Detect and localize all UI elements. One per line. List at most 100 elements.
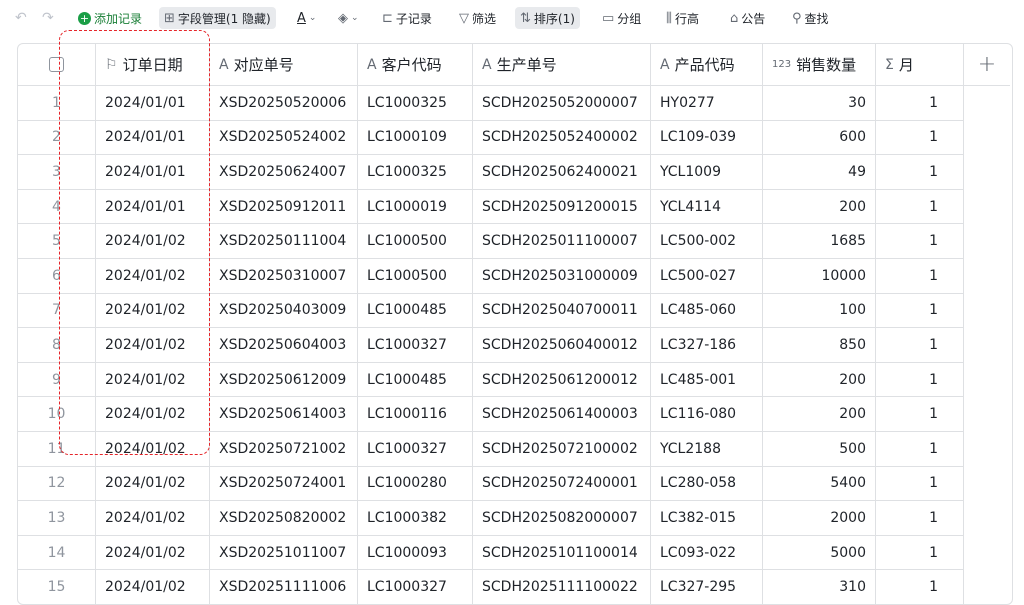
table-cell-date[interactable]: 2024/01/02 <box>96 466 210 502</box>
table-cell-ref[interactable]: XSD20250111004 <box>210 224 358 259</box>
table-cell-ref[interactable]: XSD20250604003 <box>210 328 358 363</box>
table-cell-cust[interactable]: LC1000327 <box>358 570 473 604</box>
table-cell-ref[interactable]: XSD20250820002 <box>210 501 358 536</box>
add-column-button[interactable]: + <box>964 44 1010 86</box>
table-cell-qty[interactable]: 200 <box>763 397 876 432</box>
table-cell-code[interactable]: LC382-015 <box>651 501 763 536</box>
table-cell-month[interactable]: 1 <box>876 328 964 363</box>
row-number[interactable]: 6 <box>18 259 96 294</box>
table-row[interactable]: 7 2024/01/02 XSD20250403009 LC1000485 SCDH20… <box>18 293 1010 329</box>
table-cell-cust[interactable]: LC1000109 <box>358 120 473 156</box>
add-record-button[interactable]: + 添加记录 <box>78 7 142 29</box>
table-cell-code[interactable]: LC093-022 <box>651 535 763 571</box>
table-cell-month[interactable]: 1 <box>876 155 964 190</box>
table-cell-ref[interactable]: XSD20250721002 <box>210 432 358 467</box>
table-row[interactable]: 14 2024/01/02 XSD20251011007 LC1000093 SCDH2… <box>18 535 1010 571</box>
table-row[interactable]: 5 2024/01/02 XSD20250111004 LC1000500 SCDH20… <box>18 224 1010 259</box>
table-cell-qty[interactable]: 600 <box>763 120 876 156</box>
table-cell-prod-no[interactable]: SCDH2025061400003 <box>473 397 651 432</box>
table-cell-month[interactable]: 1 <box>876 86 964 121</box>
table-cell-date[interactable]: 2024/01/01 <box>96 86 210 121</box>
table-cell-prod-no[interactable]: SCDH2025082000007 <box>473 501 651 536</box>
row-number[interactable]: 5 <box>18 224 96 259</box>
table-cell-code[interactable]: LC485-001 <box>651 362 763 398</box>
table-cell-qty[interactable]: 30 <box>763 86 876 121</box>
table-cell-prod-no[interactable]: SCDH2025060400012 <box>473 328 651 363</box>
table-cell-qty[interactable]: 49 <box>763 155 876 190</box>
table-cell-prod-no[interactable]: SCDH2025072100002 <box>473 432 651 467</box>
table-row[interactable]: 6 2024/01/02 XSD20250310007 LC1000500 SCDH20… <box>18 259 1010 294</box>
table-row[interactable]: 15 2024/01/02 XSD20251111006 LC1000327 SCDH2… <box>18 570 1010 604</box>
table-cell-qty[interactable]: 2000 <box>763 501 876 536</box>
table-cell-code[interactable]: LC116-080 <box>651 397 763 432</box>
table-cell-code[interactable]: LC500-002 <box>651 224 763 259</box>
table-cell-code[interactable]: YCL2188 <box>651 432 763 467</box>
table-cell-ref[interactable]: XSD20250912011 <box>210 189 358 225</box>
table-cell-prod-no[interactable]: SCDH2025011100007 <box>473 224 651 259</box>
table-cell-code[interactable]: LC327-186 <box>651 328 763 363</box>
filter-button[interactable]: ▽ 筛选 <box>459 7 496 29</box>
table-cell-date[interactable]: 2024/01/01 <box>96 120 210 156</box>
table-cell-cust[interactable]: LC1000485 <box>358 362 473 398</box>
select-all-checkbox[interactable] <box>18 44 96 86</box>
column-header-ref-no[interactable]: A 对应单号 <box>210 44 358 86</box>
table-cell-month[interactable]: 1 <box>876 570 964 604</box>
fill-color-button[interactable]: ◈ ⌄ <box>338 7 362 29</box>
group-button[interactable]: ▭ 分组 <box>602 7 641 29</box>
table-cell-prod-no[interactable]: SCDH2025040700011 <box>473 293 651 329</box>
table-cell-date[interactable]: 2024/01/02 <box>96 259 210 294</box>
table-cell-qty[interactable]: 100 <box>763 293 876 329</box>
row-number[interactable]: 2 <box>18 120 96 156</box>
table-cell-cust[interactable]: LC1000327 <box>358 432 473 467</box>
table-cell-qty[interactable]: 850 <box>763 328 876 363</box>
table-cell-code[interactable]: YCL4114 <box>651 189 763 225</box>
table-cell-ref[interactable]: XSD20251011007 <box>210 535 358 571</box>
table-cell-prod-no[interactable]: SCDH2025061200012 <box>473 362 651 398</box>
table-cell-cust[interactable]: LC1000116 <box>358 397 473 432</box>
table-cell-code[interactable]: LC500-027 <box>651 259 763 294</box>
table-cell-ref[interactable]: XSD20251111006 <box>210 570 358 604</box>
row-number[interactable]: 3 <box>18 155 96 190</box>
table-cell-month[interactable]: 1 <box>876 432 964 467</box>
table-cell-date[interactable]: 2024/01/02 <box>96 362 210 398</box>
row-number[interactable]: 1 <box>18 86 96 121</box>
table-cell-cust[interactable]: LC1000500 <box>358 224 473 259</box>
column-header-order-date[interactable]: ⚐ 订单日期 <box>96 44 210 86</box>
table-cell-cust[interactable]: LC1000500 <box>358 259 473 294</box>
table-cell-month[interactable]: 1 <box>876 362 964 398</box>
table-cell-month[interactable]: 1 <box>876 120 964 156</box>
column-header-sales-qty[interactable]: 123 销售数量 <box>763 44 876 86</box>
table-cell-month[interactable]: 1 <box>876 293 964 329</box>
table-cell-qty[interactable]: 10000 <box>763 259 876 294</box>
table-cell-code[interactable]: LC485-060 <box>651 293 763 329</box>
table-cell-prod-no[interactable]: SCDH2025031000009 <box>473 259 651 294</box>
table-row[interactable]: 3 2024/01/01 XSD20250624007 LC1000325 SCDH20… <box>18 155 1010 190</box>
table-cell-date[interactable]: 2024/01/02 <box>96 293 210 329</box>
row-number[interactable]: 13 <box>18 501 96 536</box>
table-cell-code[interactable]: LC109-039 <box>651 120 763 156</box>
table-cell-ref[interactable]: XSD20250524002 <box>210 120 358 156</box>
row-number[interactable]: 12 <box>18 466 96 502</box>
row-height-button[interactable]: ⫼ 行高 <box>666 7 699 29</box>
table-cell-qty[interactable]: 200 <box>763 362 876 398</box>
table-cell-ref[interactable]: XSD20250520006 <box>210 86 358 121</box>
field-manage-button[interactable]: ⊞ 字段管理(1 隐藏) <box>159 7 276 29</box>
table-cell-cust[interactable]: LC1000327 <box>358 328 473 363</box>
table-cell-date[interactable]: 2024/01/02 <box>96 224 210 259</box>
table-cell-date[interactable]: 2024/01/02 <box>96 328 210 363</box>
table-cell-month[interactable]: 1 <box>876 259 964 294</box>
table-cell-date[interactable]: 2024/01/02 <box>96 501 210 536</box>
row-number[interactable]: 11 <box>18 432 96 467</box>
row-number[interactable]: 9 <box>18 362 96 398</box>
table-cell-qty[interactable]: 5000 <box>763 535 876 571</box>
table-cell-qty[interactable]: 500 <box>763 432 876 467</box>
table-row[interactable]: 11 2024/01/02 XSD20250721002 LC1000327 SCDH2… <box>18 432 1010 467</box>
table-cell-qty[interactable]: 5400 <box>763 466 876 502</box>
column-header-product-code[interactable]: A 产品代码 <box>651 44 763 86</box>
search-button[interactable]: ⚲ 查找 <box>792 7 829 29</box>
table-cell-qty[interactable]: 1685 <box>763 224 876 259</box>
table-cell-date[interactable]: 2024/01/02 <box>96 397 210 432</box>
table-cell-month[interactable]: 1 <box>876 224 964 259</box>
row-number[interactable]: 14 <box>18 535 96 571</box>
table-row[interactable]: 2 2024/01/01 XSD20250524002 LC1000109 SCDH20… <box>18 120 1010 156</box>
